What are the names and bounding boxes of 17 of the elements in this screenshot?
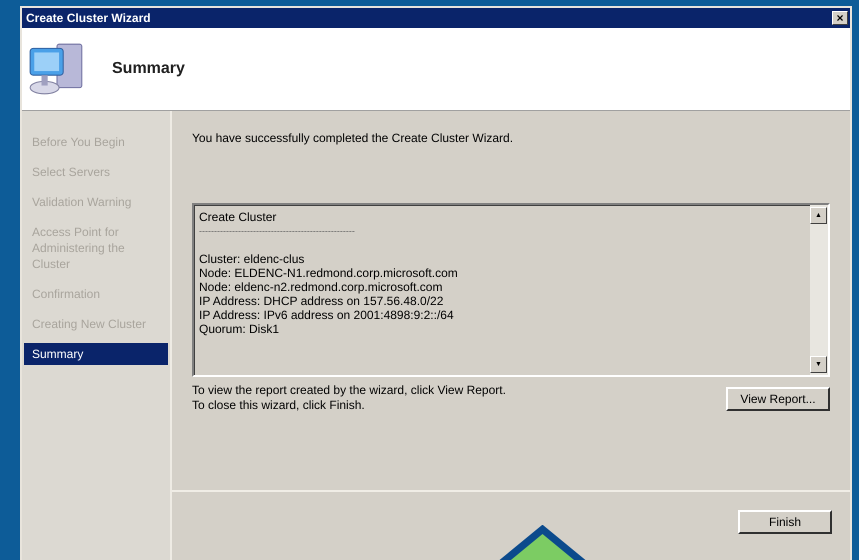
report-line: Quorum: Disk1 bbox=[199, 322, 280, 336]
report-line: IP Address: DHCP address on 157.56.48.0/22 bbox=[199, 294, 444, 308]
report-title: Create Cluster bbox=[199, 210, 278, 224]
window-title: Create Cluster Wizard bbox=[26, 11, 151, 25]
page-title: Summary bbox=[112, 60, 185, 78]
step-item[interactable]: Summary bbox=[24, 343, 168, 365]
report-line: IP Address: IPv6 address on 2001:4898:9:2::/64 bbox=[199, 308, 455, 322]
finish-button[interactable]: Finish bbox=[738, 510, 832, 534]
hint-text: To view the report created by the wizard, click View Report. bbox=[192, 383, 506, 398]
report-separator: ---------------------------------------------------- bbox=[199, 225, 356, 238]
report-line: Node: ELDENC-N1.redmond.corp.microsoft.com bbox=[199, 266, 459, 280]
close-button[interactable]: × bbox=[832, 11, 848, 25]
hint-text: To close this wizard, click Finish. bbox=[192, 398, 366, 413]
view-report-button[interactable]: View Report... bbox=[726, 387, 830, 411]
success-message: You have successfully completed the Create Cluster Wizard. bbox=[192, 131, 514, 145]
report-line: Cluster: eldenc-clus bbox=[199, 252, 306, 266]
report-line: Node: eldenc-n2.redmond.corp.microsoft.com bbox=[199, 280, 444, 294]
